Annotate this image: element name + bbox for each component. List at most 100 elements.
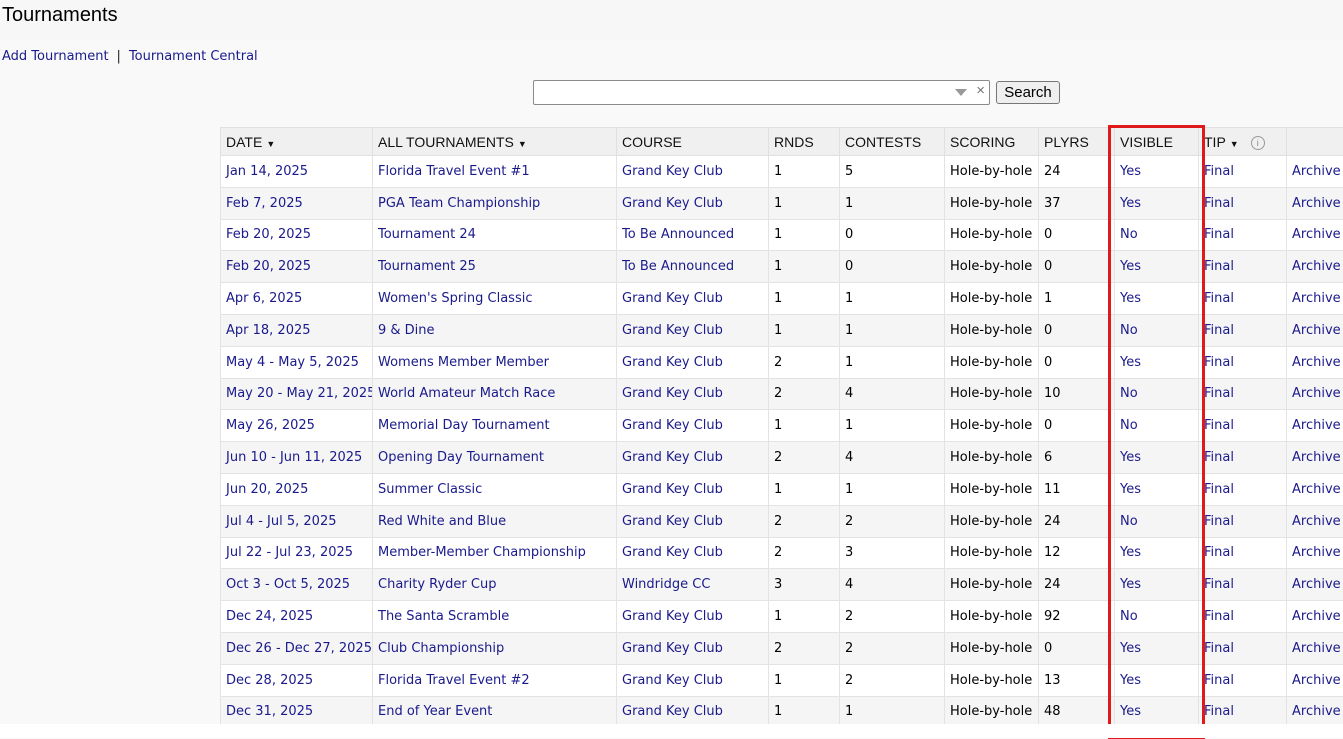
archive-link[interactable]: Archive [1292,291,1341,306]
visible-link[interactable]: Yes [1120,673,1141,688]
date-link[interactable]: Oct 3 - Oct 5, 2025 [226,577,350,592]
tournament-link[interactable]: End of Year Event [378,704,492,719]
tournament-link[interactable]: Club Championship [378,641,504,656]
course-link[interactable]: Windridge CC [622,577,710,592]
date-link[interactable]: May 20 - May 21, 2025 [226,386,373,401]
archive-link[interactable]: Archive [1292,323,1341,338]
date-link[interactable]: Dec 26 - Dec 27, 2025 [226,641,372,656]
search-combobox[interactable]: × [533,80,990,105]
archive-link[interactable]: Archive [1292,641,1341,656]
tournament-link[interactable]: The Santa Scramble [378,609,509,624]
date-link[interactable]: Feb 20, 2025 [226,259,311,274]
tournament-link[interactable]: 9 & Dine [378,323,435,338]
tournament-link[interactable]: Member-Member Championship [378,545,586,560]
archive-link[interactable]: Archive [1292,418,1341,433]
tip-link[interactable]: Final [1204,355,1234,370]
course-link[interactable]: To Be Announced [622,227,734,242]
visible-link[interactable]: Yes [1120,291,1141,306]
visible-link[interactable]: Yes [1120,450,1141,465]
tip-link[interactable]: Final [1204,545,1234,560]
tournament-link[interactable]: Memorial Day Tournament [378,418,550,433]
date-link[interactable]: Apr 6, 2025 [226,291,302,306]
visible-link[interactable]: No [1120,323,1138,338]
archive-link[interactable]: Archive [1292,259,1341,274]
search-input[interactable] [537,83,946,103]
date-link[interactable]: Dec 28, 2025 [226,673,313,688]
tournament-central-link[interactable]: Tournament Central [129,49,258,64]
course-link[interactable]: Grand Key Club [622,355,723,370]
visible-link[interactable]: Yes [1120,196,1141,211]
course-link[interactable]: Grand Key Club [622,418,723,433]
course-link[interactable]: Grand Key Club [622,323,723,338]
visible-link[interactable]: Yes [1120,577,1141,592]
course-link[interactable]: Grand Key Club [622,641,723,656]
visible-link[interactable]: Yes [1120,482,1141,497]
date-link[interactable]: Jan 14, 2025 [226,164,308,179]
tournament-link[interactable]: Tournament 24 [378,227,476,242]
tip-link[interactable]: Final [1204,641,1234,656]
tip-link[interactable]: Final [1204,418,1234,433]
archive-link[interactable]: Archive [1292,355,1341,370]
tip-link[interactable]: Final [1204,164,1234,179]
visible-link[interactable]: No [1120,227,1138,242]
info-icon[interactable]: i [1251,136,1265,150]
tournament-link[interactable]: Red White and Blue [378,514,506,529]
tip-link[interactable]: Final [1204,704,1234,719]
clear-icon[interactable]: × [976,82,985,99]
archive-link[interactable]: Archive [1292,450,1341,465]
tournament-link[interactable]: Charity Ryder Cup [378,577,496,592]
tournament-link[interactable]: Florida Travel Event #2 [378,673,530,688]
archive-link[interactable]: Archive [1292,545,1341,560]
visible-link[interactable]: Yes [1120,545,1141,560]
tip-link[interactable]: Final [1204,196,1234,211]
visible-link[interactable]: Yes [1120,164,1141,179]
tournament-link[interactable]: Women's Spring Classic [378,291,532,306]
col-header-tournament[interactable]: ALL TOURNAMENTS▼ [373,128,617,156]
date-link[interactable]: Jul 4 - Jul 5, 2025 [226,514,336,529]
tournament-link[interactable]: PGA Team Championship [378,196,540,211]
visible-link[interactable]: No [1120,418,1138,433]
tournament-link[interactable]: World Amateur Match Race [378,386,555,401]
add-tournament-link[interactable]: Add Tournament [2,49,109,64]
course-link[interactable]: Grand Key Club [622,609,723,624]
tournament-link[interactable]: Tournament 25 [378,259,476,274]
visible-link[interactable]: Yes [1120,259,1141,274]
archive-link[interactable]: Archive [1292,609,1341,624]
visible-link[interactable]: Yes [1120,704,1141,719]
tip-link[interactable]: Final [1204,514,1234,529]
visible-link[interactable]: No [1120,609,1138,624]
date-link[interactable]: May 26, 2025 [226,418,315,433]
course-link[interactable]: Grand Key Club [622,291,723,306]
tip-link[interactable]: Final [1204,609,1234,624]
visible-link[interactable]: Yes [1120,641,1141,656]
course-link[interactable]: Grand Key Club [622,704,723,719]
archive-link[interactable]: Archive [1292,164,1341,179]
col-header-date[interactable]: DATE▼ [221,128,373,156]
visible-link[interactable]: Yes [1120,355,1141,370]
tip-link[interactable]: Final [1204,673,1234,688]
course-link[interactable]: Grand Key Club [622,482,723,497]
date-link[interactable]: Feb 7, 2025 [226,196,303,211]
course-link[interactable]: Grand Key Club [622,673,723,688]
date-link[interactable]: Jun 10 - Jun 11, 2025 [226,450,362,465]
archive-link[interactable]: Archive [1292,704,1341,719]
visible-link[interactable]: No [1120,514,1138,529]
tip-link[interactable]: Final [1204,450,1234,465]
search-button[interactable]: Search [996,81,1060,104]
tip-link[interactable]: Final [1204,291,1234,306]
archive-link[interactable]: Archive [1292,386,1341,401]
tip-link[interactable]: Final [1204,577,1234,592]
archive-link[interactable]: Archive [1292,577,1341,592]
course-link[interactable]: To Be Announced [622,259,734,274]
col-header-tip[interactable]: TIP▼i [1199,128,1287,156]
tournament-link[interactable]: Opening Day Tournament [378,450,544,465]
course-link[interactable]: Grand Key Club [622,514,723,529]
course-link[interactable]: Grand Key Club [622,450,723,465]
date-link[interactable]: May 4 - May 5, 2025 [226,355,359,370]
tip-link[interactable]: Final [1204,227,1234,242]
archive-link[interactable]: Archive [1292,673,1341,688]
date-link[interactable]: Jul 22 - Jul 23, 2025 [226,545,353,560]
date-link[interactable]: Dec 24, 2025 [226,609,313,624]
tip-link[interactable]: Final [1204,482,1234,497]
date-link[interactable]: Apr 18, 2025 [226,323,311,338]
